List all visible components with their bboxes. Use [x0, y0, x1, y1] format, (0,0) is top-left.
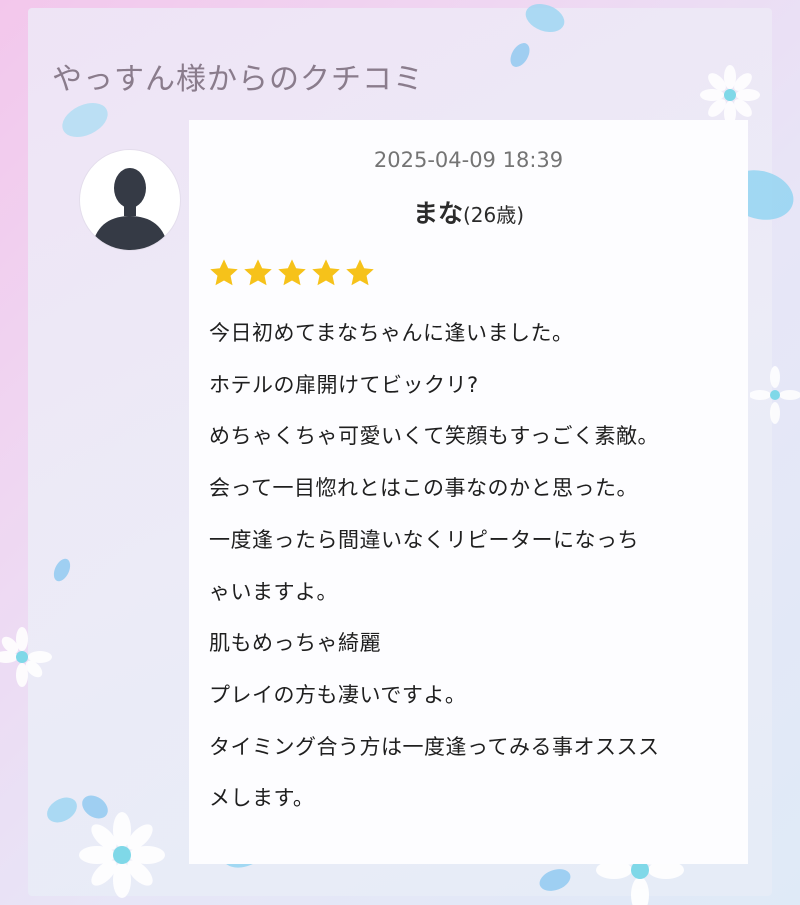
review-card: 2025-04-09 18:39 まな(26歳) 今日初めてまなちゃんに逢いまし… — [189, 120, 748, 864]
star-icon — [346, 259, 374, 286]
reviewee: まな(26歳) — [189, 194, 748, 230]
review-text: 今日初めてまなちゃんに逢いました。 ホテルの扉開けてビックリ? めちゃくちゃ可愛いく… — [209, 308, 739, 825]
star-icon — [210, 259, 238, 286]
review-line: 今日初めてまなちゃんに逢いました。 — [209, 321, 574, 345]
star-icon — [244, 259, 272, 286]
avatar — [80, 150, 180, 250]
reviewee-name: まな — [412, 199, 463, 228]
review-line: 会って一目惚れとはこの事なのかと思った。 — [209, 476, 638, 501]
review-line: めちゃくちゃ可愛いくて笑顔もすっごく素敵。 — [209, 424, 660, 449]
reviewee-age: (26歳) — [462, 203, 525, 227]
review-line: ホテルの扉開けてビックリ? — [209, 372, 479, 397]
review-title: やっすん様からのクチコミ — [52, 62, 424, 97]
review-line: ゃいますよ。 — [209, 579, 338, 604]
review-line: タイミング合う方は一度逢ってみる事オススス — [209, 734, 660, 759]
star-icon — [312, 259, 340, 286]
review-date: 2025-04-09 18:39 — [373, 148, 564, 172]
review-line: メします。 — [209, 786, 315, 811]
review-line: 一度逢ったら間違いなくリピーターになっち — [209, 527, 639, 552]
star-rating — [208, 257, 376, 289]
star-icon — [278, 259, 306, 286]
user-silhouette-icon — [92, 168, 168, 250]
review-line: 肌もめっちゃ綺麗 — [209, 631, 381, 656]
review-line: プレイの方も凄いですよ。 — [209, 682, 467, 707]
